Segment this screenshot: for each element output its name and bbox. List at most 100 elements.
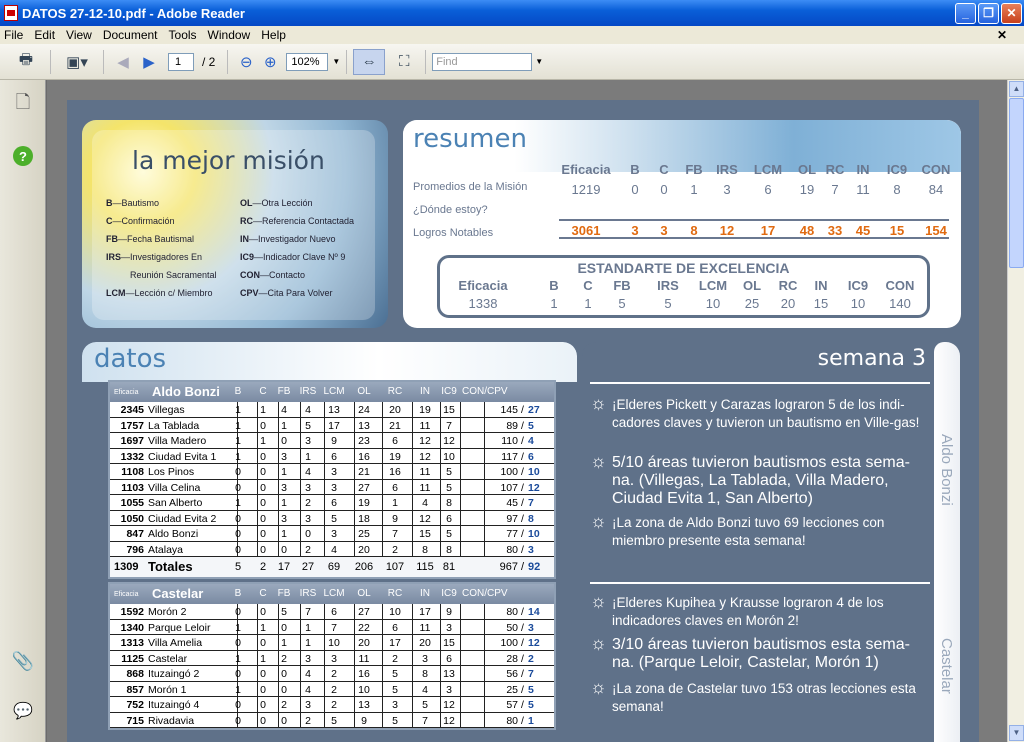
cell-value: 4 — [305, 466, 311, 478]
comments-icon[interactable]: 💬 — [12, 700, 34, 722]
pdf-page: la mejor misión B—Bautismo C—Confirmación… — [67, 100, 979, 742]
bullet-item: ☼ ¡Elderes Kupihea y Krausse lograron 4 d… — [590, 591, 884, 628]
bullet-item: ☼ 5/10 áreas tuvieron bautismos esta sema… — [590, 451, 910, 507]
cpv-value: 3 — [528, 543, 534, 556]
cell-value: 6 — [446, 512, 452, 525]
close-button[interactable]: ✕ — [1001, 3, 1022, 24]
cell-value: 12 — [443, 714, 455, 727]
cell-value: 0 — [260, 419, 266, 432]
close-document-icon[interactable]: ✕ — [997, 28, 1007, 42]
slash: / — [521, 497, 524, 509]
column-divider — [412, 433, 413, 448]
total-value: 2 — [259, 561, 267, 573]
zoom-dropdown-icon[interactable]: ▼ — [332, 57, 340, 66]
datos-title: datos — [94, 344, 167, 374]
col-header: FB — [277, 386, 291, 397]
resumen-row-label: Logros Notables — [413, 227, 494, 239]
estandarte-col-header: LCM — [698, 278, 728, 293]
minimize-button[interactable]: _ — [955, 3, 976, 24]
pages-icon[interactable]: 🗋 — [12, 92, 34, 116]
vertical-scrollbar[interactable]: ▲ ▼ — [1007, 80, 1024, 742]
page-total: / 2 — [202, 54, 216, 69]
cell-value: 1 — [281, 419, 287, 432]
castelar-table: Eficacia Castelar B C FB IRS LCM OL RC IN IC9 CON/C… — [108, 582, 556, 730]
cell-value: 6 — [331, 497, 337, 509]
scroll-down-icon[interactable]: ▼ — [1009, 725, 1024, 741]
menu-file[interactable]: File — [4, 28, 23, 42]
previous-page-icon[interactable]: ◀ — [110, 49, 136, 75]
cell-value: 4 — [422, 683, 428, 696]
slash: / — [521, 699, 524, 711]
help-icon[interactable]: ? — [13, 146, 33, 166]
menu-bar: File Edit View Document Tools Window Hel… — [0, 26, 1024, 44]
cell-value: 0 — [235, 466, 241, 478]
slash: / — [521, 668, 524, 680]
menu-help[interactable]: Help — [261, 28, 286, 42]
scroll-up-icon[interactable]: ▲ — [1009, 81, 1024, 97]
zoom-level-input[interactable]: 102% — [286, 52, 329, 71]
print-icon[interactable]: 🖶 — [8, 49, 44, 75]
title-bar: DATOS 27-12-10.pdf - Adobe Reader _ ❐ ✕ — [0, 0, 1024, 26]
scroll-thumb[interactable] — [1009, 98, 1024, 268]
total-value: 107 — [385, 561, 405, 573]
cell-value: 12 — [419, 512, 431, 525]
area-name: San Alberto — [148, 497, 203, 509]
cell-value: 27 — [358, 606, 370, 618]
con-value: 57 — [506, 699, 518, 711]
col-header: C — [259, 386, 267, 397]
con-value: 107 — [500, 481, 518, 494]
cell-value: 8 — [422, 543, 428, 556]
con-value: 80 — [506, 543, 518, 556]
cpv-value: 5 — [528, 699, 534, 711]
maximize-button[interactable]: ❐ — [978, 3, 999, 24]
toolbar-separator — [103, 49, 104, 74]
document-view[interactable]: la mejor misión B—Bautismo C—Confirmación… — [47, 80, 1007, 742]
estandarte-value: 15 — [813, 296, 829, 311]
mision-title: la mejor misión — [132, 146, 325, 175]
col-header: IN — [420, 588, 430, 599]
con-value: 97 — [506, 512, 518, 525]
cell-value: 25 — [358, 528, 370, 540]
column-divider — [484, 495, 485, 510]
col-header: B — [234, 588, 242, 599]
menu-window[interactable]: Window — [208, 28, 251, 42]
menu-document[interactable]: Document — [103, 28, 158, 42]
cell-value: 0 — [235, 512, 241, 525]
toolbar-separator — [425, 49, 427, 74]
zona-sidebar: Aldo Bonzi Castelar — [934, 342, 960, 742]
estandarte-col-header: RC — [778, 278, 798, 293]
cell-value: 11 — [419, 419, 431, 432]
fit-width-icon[interactable]: ⇔ — [353, 48, 386, 75]
column-divider — [412, 402, 413, 417]
attachments-icon[interactable]: 📎 — [12, 650, 34, 672]
col-header: IC9 — [441, 588, 457, 599]
legend-text: —Indicador Clave Nº 9 — [254, 252, 346, 262]
find-input[interactable]: Find — [432, 52, 533, 71]
cpv-value: 10 — [528, 528, 540, 540]
collaborate-icon[interactable]: ▣▾ — [57, 49, 97, 75]
table-row: 1125 Castelar 1 1 2 3 3 11 2 3 6 28/2 — [110, 650, 554, 666]
zona-name: Castelar — [152, 586, 204, 601]
slash: / — [521, 528, 524, 540]
resumen-col-header: LCM — [753, 162, 783, 177]
col-header: B — [234, 386, 242, 397]
con-value: 89 — [506, 419, 518, 432]
menu-view[interactable]: View — [66, 28, 92, 42]
fit-page-icon[interactable]: ⛶ — [389, 49, 419, 75]
cell-value: 1 — [281, 497, 287, 509]
menu-tools[interactable]: Tools — [169, 28, 197, 42]
menu-edit[interactable]: Edit — [34, 28, 55, 42]
legend-code: CPV — [240, 288, 259, 298]
cell-value: 0 — [281, 714, 287, 727]
page-number-input[interactable]: 1 — [168, 52, 194, 71]
zoom-out-icon[interactable]: ⊖ — [234, 49, 258, 75]
resumen-col-header: RC — [825, 162, 845, 177]
find-dropdown-icon[interactable]: ▼ — [535, 57, 543, 66]
zoom-in-icon[interactable]: ⊕ — [258, 49, 282, 75]
next-page-icon[interactable]: ▶ — [136, 49, 162, 75]
logro-value: 48 — [799, 223, 815, 238]
column-divider — [484, 619, 485, 634]
semana-title: semana 3 — [817, 346, 926, 371]
legend-item: RC—Referencia Contactada — [240, 216, 354, 226]
legend-code: IRS — [106, 252, 122, 262]
